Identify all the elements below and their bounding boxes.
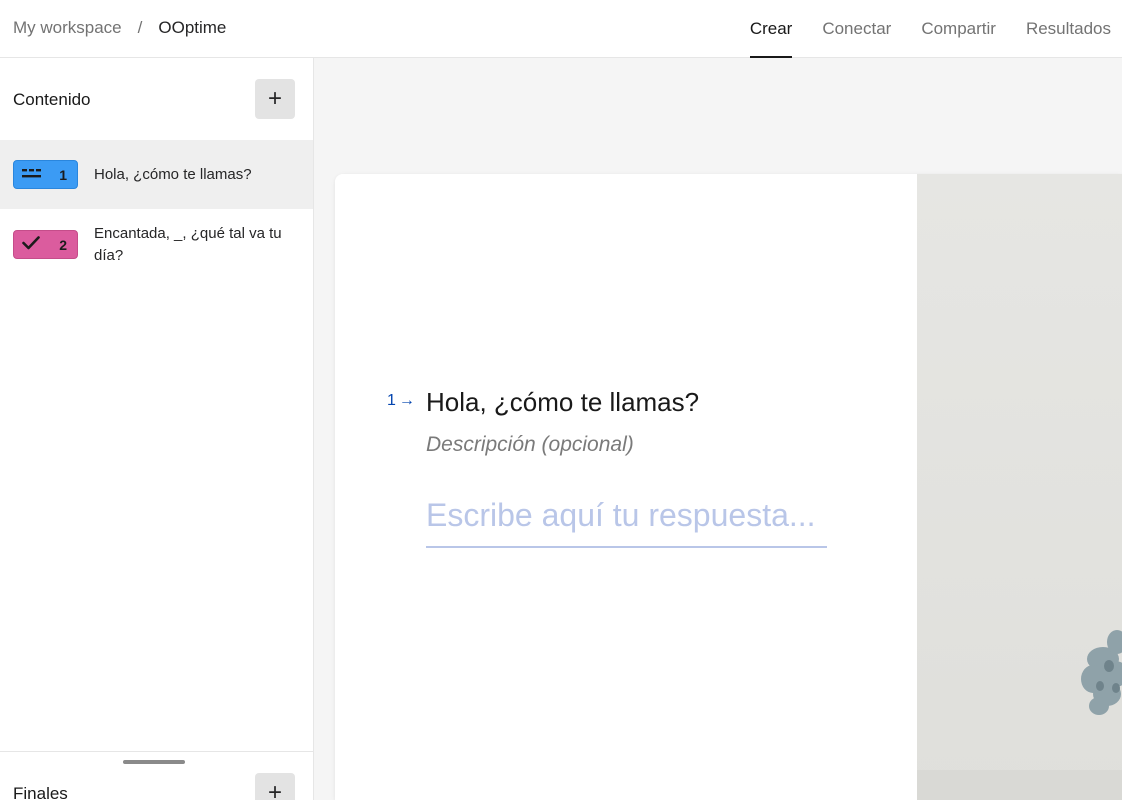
sidebar-question-text: Encantada, _, ¿qué tal va tu día? <box>94 225 282 264</box>
breadcrumb-separator: / <box>137 18 143 37</box>
sidebar-endings-section: Finales + <box>0 751 313 800</box>
sidebar-question-1[interactable]: 1 Hola, ¿cómo te llamas? <box>0 140 313 209</box>
tab-compartir[interactable]: Compartir <box>921 0 996 58</box>
content-sidebar: Contenido + 1 Hola, ¿cómo te llamas? 2 E… <box>0 58 314 800</box>
question-number: 1 <box>59 166 67 183</box>
question-number-indicator: 1 → <box>387 392 415 410</box>
question-background-image <box>917 174 1122 800</box>
plant-image <box>1081 630 1122 800</box>
add-ending-button[interactable]: + <box>255 773 295 800</box>
short-text-icon <box>22 167 42 183</box>
main-tabs: Crear Conectar Compartir Resultados <box>749 0 1111 58</box>
sidebar-title: Contenido <box>13 90 91 109</box>
form-canvas: 1 → Hola, ¿cómo te llamas? Descripción (… <box>314 58 1122 800</box>
sidebar-question-text: Hola, ¿cómo te llamas? <box>94 166 252 183</box>
checkmark-icon <box>22 236 40 253</box>
breadcrumb-workspace-link[interactable]: My workspace <box>13 18 122 38</box>
question-content: 1 → Hola, ¿cómo te llamas? Descripción (… <box>335 174 917 800</box>
question-preview-card: 1 → Hola, ¿cómo te llamas? Descripción (… <box>335 174 1122 800</box>
tab-resultados[interactable]: Resultados <box>1026 0 1111 58</box>
top-bar: My workspace / OOptime Crear Conectar Co… <box>0 0 1122 58</box>
add-content-button[interactable]: + <box>255 79 295 119</box>
arrow-right-icon: → <box>398 392 415 409</box>
breadcrumb-form-name[interactable]: OOptime <box>158 18 226 38</box>
question-number: 1 <box>387 392 396 409</box>
breadcrumb: My workspace / OOptime <box>13 18 226 38</box>
floor-shadow <box>917 770 1122 800</box>
question-description[interactable]: Descripción (opcional) <box>426 433 634 457</box>
tab-conectar[interactable]: Conectar <box>822 0 891 58</box>
tab-crear[interactable]: Crear <box>749 0 792 58</box>
question-number: 2 <box>59 236 67 253</box>
sidebar-question-2[interactable]: 2 Encantada, _, ¿qué tal va tu día? <box>0 209 313 289</box>
question-type-badge: 2 <box>13 230 78 259</box>
question-type-badge: 1 <box>13 160 78 189</box>
resize-handle[interactable] <box>123 760 185 764</box>
sidebar-header: Contenido + <box>0 58 313 140</box>
endings-title: Finales <box>13 784 68 800</box>
answer-input[interactable] <box>426 494 827 548</box>
question-title[interactable]: Hola, ¿cómo te llamas? <box>426 387 699 418</box>
